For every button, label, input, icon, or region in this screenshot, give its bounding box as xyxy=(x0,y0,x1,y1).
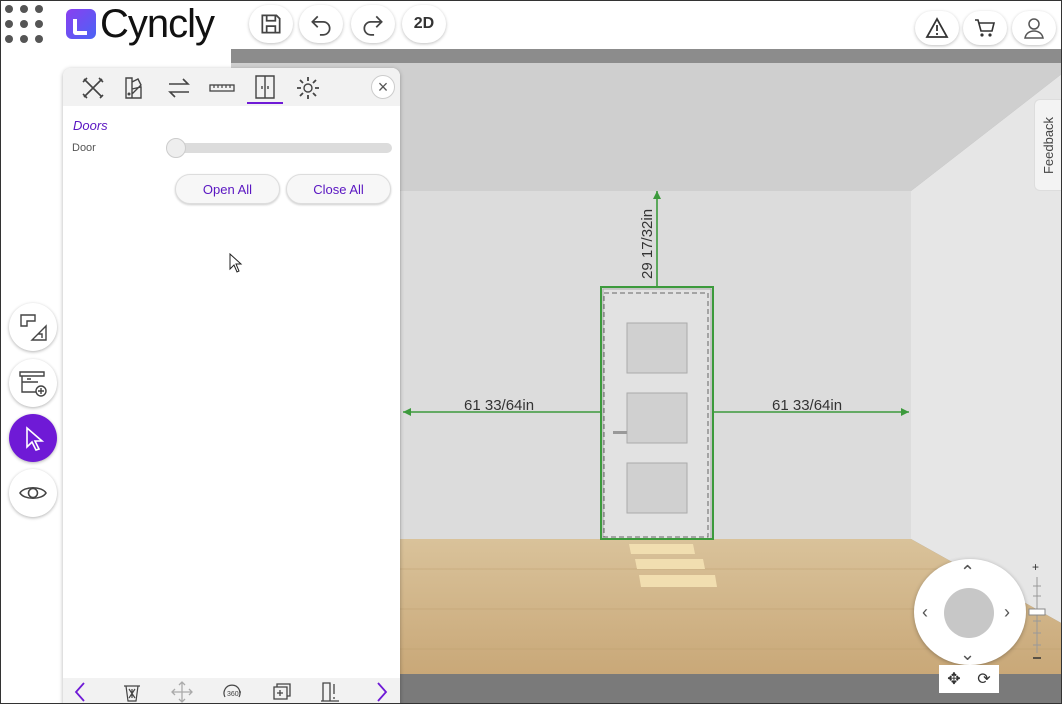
cart-button[interactable] xyxy=(963,11,1007,45)
door-open-slider-thumb[interactable] xyxy=(166,138,186,158)
trash-icon xyxy=(124,685,140,702)
move-button[interactable] xyxy=(169,681,195,703)
left-dimension-label: 61 33/64in xyxy=(464,397,535,414)
tab-settings[interactable] xyxy=(290,72,326,104)
chevron-right-icon xyxy=(377,682,388,702)
close-all-button[interactable]: Close All xyxy=(286,174,391,204)
brand-logo: Cyncly xyxy=(66,2,215,46)
feedback-label: Feedback xyxy=(1041,116,1057,174)
zoom-thumb xyxy=(1028,608,1046,616)
pan-left-icon[interactable]: ‹ xyxy=(922,603,928,621)
panel-footer-toolbar: 360° xyxy=(63,678,400,703)
orbit-mode-button[interactable]: ⟳ xyxy=(969,665,999,693)
account-button[interactable] xyxy=(1012,11,1056,45)
gear-icon xyxy=(297,77,319,99)
tools-icon xyxy=(82,77,104,99)
zoom-in-icon: + xyxy=(1032,561,1039,574)
save-button[interactable] xyxy=(249,5,293,43)
add-cabinet-button[interactable] xyxy=(9,359,57,407)
feedback-tab[interactable]: Feedback xyxy=(1034,99,1061,191)
redo-button[interactable] xyxy=(351,5,395,43)
duplicate-icon xyxy=(273,683,291,700)
save-icon xyxy=(261,14,281,34)
warning-icon xyxy=(925,17,949,38)
tab-measure[interactable] xyxy=(204,72,240,104)
pan-up-icon[interactable]: ⌃ xyxy=(960,563,975,581)
chevron-left-icon xyxy=(74,682,85,702)
zoom-slider[interactable]: + xyxy=(1027,561,1047,661)
tab-tools[interactable] xyxy=(75,72,111,104)
tab-doors[interactable] xyxy=(247,72,283,104)
alert-item-icon xyxy=(321,682,339,702)
logo-mark-icon xyxy=(66,9,96,39)
door-open-slider[interactable] xyxy=(166,138,392,158)
rotate-360-button[interactable]: 360° xyxy=(219,681,245,703)
add-cabinet-icon xyxy=(19,371,47,397)
right-dimension-label: 61 33/64in xyxy=(772,397,843,414)
section-title: Doors xyxy=(73,118,108,133)
prev-button[interactable] xyxy=(67,681,93,703)
door-row-label: Door xyxy=(72,142,96,154)
user-icon xyxy=(1024,18,1044,39)
app-window: Cyncly 2D 29 17/32in 61 33/64in 61 33/64… xyxy=(0,0,1062,704)
pan-right-icon[interactable]: › xyxy=(1004,603,1010,621)
orbit-icon: ⟳ xyxy=(977,671,991,688)
duplicate-button[interactable] xyxy=(269,681,295,703)
move-arrows-icon xyxy=(171,681,193,703)
undo-button[interactable] xyxy=(299,5,343,43)
close-icon: × xyxy=(377,77,389,97)
pan-down-icon[interactable]: ⌄ xyxy=(960,645,975,663)
door-model[interactable] xyxy=(600,286,714,540)
eye-icon xyxy=(19,486,47,500)
floorplan-icon xyxy=(20,314,47,341)
tab-swap[interactable] xyxy=(161,72,197,104)
tab-materials[interactable] xyxy=(117,72,153,104)
move-mode-button[interactable]: ✥ xyxy=(939,665,969,693)
redo-icon xyxy=(363,15,383,36)
cursor-icon xyxy=(26,426,45,451)
door-icon xyxy=(255,75,275,99)
mouse-cursor-icon xyxy=(229,253,243,273)
ruler-icon xyxy=(209,84,235,92)
floorplan-button[interactable] xyxy=(9,303,57,351)
view-2d-button[interactable]: 2D xyxy=(402,5,446,43)
alert-item-button[interactable] xyxy=(317,681,343,703)
palette-icon xyxy=(125,77,142,99)
svg-text:360°: 360° xyxy=(227,690,242,698)
height-dimension-label: 29 17/32in xyxy=(639,208,656,279)
top-bar: Cyncly 2D xyxy=(1,1,1061,49)
undo-icon xyxy=(311,15,331,36)
move-icon: ✥ xyxy=(947,671,961,688)
apps-grid-icon[interactable] xyxy=(5,5,45,45)
swap-icon xyxy=(168,78,190,98)
camera-joystick[interactable] xyxy=(944,588,994,638)
rotate-360-icon: 360° xyxy=(223,684,242,698)
delete-button[interactable] xyxy=(119,681,145,703)
select-tool-button[interactable] xyxy=(9,414,57,462)
open-all-button[interactable]: Open All xyxy=(175,174,280,204)
next-button[interactable] xyxy=(369,681,395,703)
brand-name: Cyncly xyxy=(100,2,215,46)
visibility-button[interactable] xyxy=(9,469,57,517)
camera-navigation-control[interactable]: ⌃ ⌄ ‹ › xyxy=(914,559,1026,665)
doors-panel: × Doors Door Open All Close All 360° xyxy=(63,68,400,703)
warning-button[interactable] xyxy=(915,11,959,45)
cart-icon xyxy=(975,19,996,37)
panel-tabs: × xyxy=(63,68,400,106)
close-panel-button[interactable]: × xyxy=(371,75,395,99)
